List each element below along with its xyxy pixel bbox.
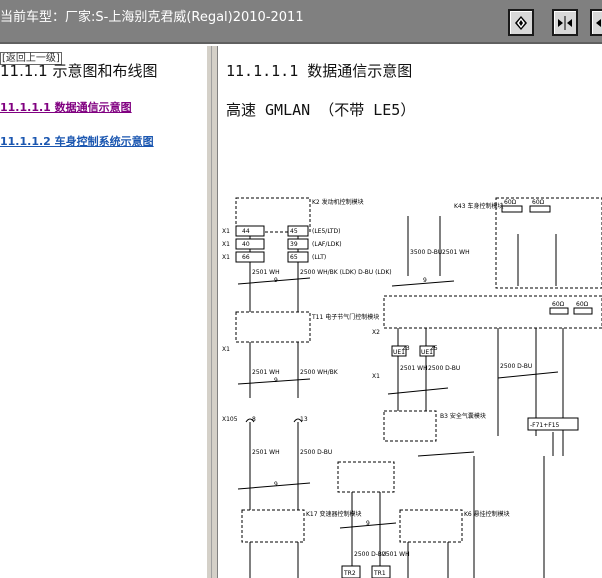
wire-label: 2500 WH/BK xyxy=(300,369,339,376)
connector-label: X1 xyxy=(222,241,230,248)
title-bar: 当前车型：厂家:S-上海别克君威(Regal)2010-2011 xyxy=(0,0,602,44)
resistor-label: 60Ω xyxy=(532,199,545,206)
shield-label: 9 xyxy=(274,377,278,384)
resistor-label: 60Ω xyxy=(576,301,589,308)
terminal-label: TR1 xyxy=(373,570,386,577)
frame-splitter[interactable] xyxy=(206,46,218,578)
resistor-label: 60Ω xyxy=(552,301,565,308)
connector-label: X1 xyxy=(372,373,380,380)
outward-arrows-icon xyxy=(596,18,601,27)
shield-label: 9 xyxy=(423,277,427,284)
wire-label: 2500 WH/BK (LDK) D-BU (LDK) xyxy=(300,269,392,276)
vehicle-title: 当前车型：厂家:S-上海别克君威(Regal)2010-2011 xyxy=(0,10,304,25)
pin-label: 8 xyxy=(252,416,256,423)
wire-label: 2500 D-BU xyxy=(300,449,332,456)
wire-label: 2501 WH xyxy=(442,249,470,256)
terminal-label: TR2 xyxy=(343,570,356,577)
option-label: (LLT) xyxy=(312,254,326,261)
wire-label: 3500 D-BU xyxy=(410,249,442,256)
toc-panel: [返回上一级] 11.1.1 示意图和布线图 11.1.1.1 数据通信示意图 … xyxy=(0,46,206,578)
connector-label: X105 xyxy=(222,416,238,423)
show-frame-button[interactable] xyxy=(508,9,534,36)
module-t11-label: T11 电子节气门控制模块 xyxy=(311,313,379,321)
pin-label: 45 xyxy=(290,228,298,235)
document-title: 11.1.1.1 数据通信示意图 xyxy=(226,62,413,80)
diamond-arrows-icon xyxy=(515,15,527,30)
module-k6-label: K6 悬挂控制模块 xyxy=(464,510,510,518)
pin-label: 66 xyxy=(242,254,250,261)
pin-label: 40 xyxy=(242,241,250,248)
pin-label: 39 xyxy=(290,241,298,248)
option-label: (LAF/LDK) xyxy=(312,241,342,248)
connector-label: X1 xyxy=(222,346,230,353)
module-k2-label: K2 发动机控制模块 xyxy=(312,198,364,206)
wire-label: 2501 WH xyxy=(400,365,428,372)
pin-label: 65 xyxy=(290,254,298,261)
ue1-label: UE1 xyxy=(393,349,405,356)
pin-label: 44 xyxy=(242,228,250,235)
shield-label: 9 xyxy=(274,481,278,488)
connector-label: X1 xyxy=(222,228,230,235)
connector-label: X2 xyxy=(372,329,380,336)
resistor-label: 60Ω xyxy=(504,199,517,206)
shield-label: 9 xyxy=(274,277,278,284)
collapse-frame-button[interactable] xyxy=(552,9,578,36)
wire-label: 2501 WH xyxy=(252,369,280,376)
toc-link-body-control[interactable]: 11.1.1.2 车身控制系统示意图 xyxy=(0,133,154,149)
document-subtitle: 高速 GMLAN （不带 LE5） xyxy=(226,101,416,119)
module-k17-label: K17 变速器控制模块 xyxy=(306,510,361,518)
wire-label: 2500 D-BU xyxy=(500,363,532,370)
wire-label: 2500 D-BU xyxy=(428,365,460,372)
wire-label: 2501 WH xyxy=(382,551,410,558)
module-k43-label: K43 车身控制模块 xyxy=(454,202,503,210)
section-title: 11.1.1 示意图和布线图 xyxy=(0,62,158,80)
module-b3-label: B3 安全气囊模块 xyxy=(440,412,486,420)
shield-label: 9 xyxy=(366,520,370,527)
inward-arrows-icon xyxy=(558,15,572,30)
option-label: (LE5/LTD) xyxy=(312,228,340,235)
document-panel: 11.1.1.1 数据通信示意图 高速 GMLAN （不带 LE5） K2 发动… xyxy=(218,46,602,578)
pin-label: 13 xyxy=(300,416,308,423)
wire-label: 2501 WH xyxy=(252,449,280,456)
ue1-label: UE1 xyxy=(421,349,433,356)
expand-frame-button[interactable] xyxy=(590,9,602,36)
fuse-label: -F71+F15 xyxy=(530,422,560,429)
connector-label: X1 xyxy=(222,254,230,261)
wiring-diagram: K2 发动机控制模块 T11 电子节气门控制模块 K17 变速器控制模块 B3 … xyxy=(222,197,602,578)
toc-link-data-communication[interactable]: 11.1.1.1 数据通信示意图 xyxy=(0,99,132,115)
wire-label: 2501 WH xyxy=(252,269,280,276)
